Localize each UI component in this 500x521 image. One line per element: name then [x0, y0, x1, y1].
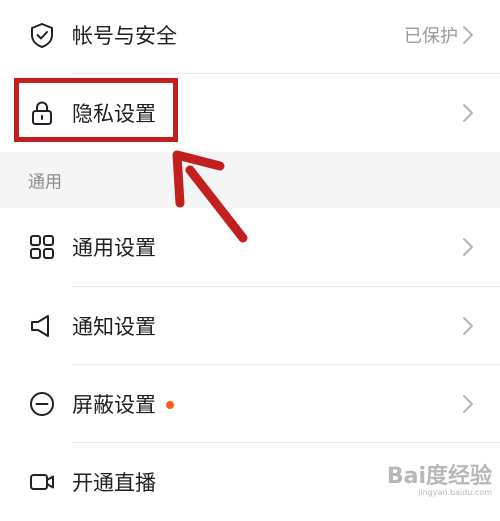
account-security-status: 已保护 [404, 26, 458, 47]
highlight-box [14, 78, 178, 142]
chevron-right-icon [462, 394, 474, 414]
grid-icon [28, 233, 56, 261]
shield-check-icon [28, 21, 56, 49]
watermark-url: jingyan.baidu.com [418, 488, 492, 497]
section-header-general: 通用 [0, 152, 500, 208]
speaker-icon [28, 312, 56, 340]
settings-row-notification[interactable]: 通知设置 [0, 287, 500, 365]
live-streaming-label: 开通直播 [72, 471, 156, 495]
watermark: Bai度经验 jingyan.baidu.com [387, 466, 492, 498]
account-security-label: 帐号与安全 [72, 24, 177, 48]
section-label: 通用 [28, 172, 62, 193]
chevron-right-icon [462, 25, 474, 45]
general-settings-label: 通用设置 [72, 236, 156, 260]
settings-row-account-security[interactable]: 帐号与安全 已保护 [0, 0, 500, 74]
notification-badge-dot [166, 401, 174, 409]
chevron-right-icon [462, 103, 474, 123]
notification-settings-label: 通知设置 [72, 315, 156, 339]
block-icon [28, 390, 56, 418]
settings-row-general[interactable]: 通用设置 [0, 208, 500, 286]
chevron-right-icon [462, 316, 474, 336]
video-camera-icon [28, 468, 56, 496]
chevron-right-icon [462, 237, 474, 257]
watermark-logo: Bai度经验 [386, 464, 492, 489]
settings-row-block[interactable]: 屏蔽设置 [0, 365, 500, 443]
block-settings-label: 屏蔽设置 [72, 393, 156, 417]
